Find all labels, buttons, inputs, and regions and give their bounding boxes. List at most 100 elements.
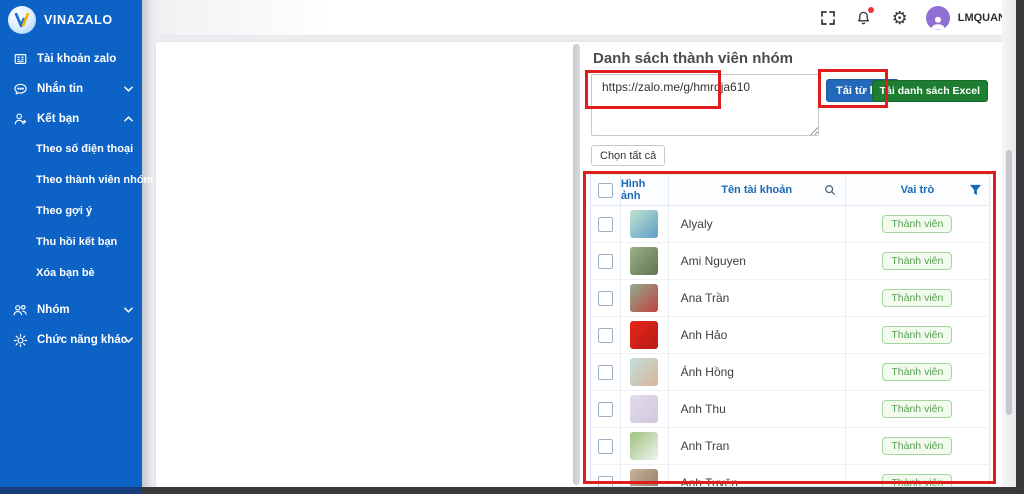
row-checkbox[interactable] (598, 254, 613, 269)
row-role-cell: Thành viên (846, 243, 989, 279)
role-badge: Thành viên (882, 437, 952, 455)
member-name: Anh Tran (681, 439, 730, 453)
row-select-cell (591, 428, 621, 464)
page-scrollbar-track[interactable] (1002, 0, 1016, 487)
row-image-cell (621, 391, 669, 427)
sidebar: VINAZALO Tài khoản zalo Nhắn tin Kết bạn Th… (0, 0, 142, 487)
row-checkbox[interactable] (598, 402, 613, 417)
row-name-cell: Ánh Hồng (669, 354, 846, 390)
row-name-cell: Anh Tran (669, 428, 846, 464)
select-all-button[interactable]: Chọn tất cả (591, 145, 665, 166)
sidebar-subitem[interactable]: Thu hồi kết bạn (0, 227, 142, 258)
vinazalo-logo-icon (8, 6, 36, 34)
row-checkbox[interactable] (598, 291, 613, 306)
group-link-input[interactable]: https://zalo.me/g/hmrdja610 (591, 74, 819, 136)
group-icon (12, 302, 28, 318)
row-role-cell: Thành viên (846, 280, 989, 316)
member-avatar (630, 469, 658, 487)
member-name: Ánh Hồng (681, 365, 734, 379)
sidebar-item-chuc-nang-khac[interactable]: Chức năng khác (0, 325, 142, 355)
sidebar-nav: Tài khoản zalo Nhắn tin Kết bạn Theo số điệ… (0, 44, 142, 355)
row-image-cell (621, 428, 669, 464)
sidebar-subitem[interactable]: Theo số điện thoại (0, 134, 142, 165)
brand: VINAZALO (0, 0, 142, 40)
role-badge: Thành viên (882, 289, 952, 307)
header-image-cell: Hình ảnh (621, 175, 669, 205)
row-name-cell: Anh Hảo (669, 317, 846, 353)
role-badge: Thành viên (882, 326, 952, 344)
row-image-cell (621, 317, 669, 353)
user-avatar[interactable] (926, 6, 950, 30)
row-checkbox[interactable] (598, 328, 613, 343)
download-excel-button[interactable]: Tải danh sách Excel (872, 80, 988, 102)
id-card-icon (12, 51, 28, 67)
row-checkbox[interactable] (598, 439, 613, 454)
brand-name: VINAZALO (44, 13, 113, 27)
topbar-icon-cluster: ⚙ LMQUAN (818, 6, 1016, 30)
table-row: Ana Trần Thành viên (591, 280, 989, 317)
search-icon[interactable] (824, 184, 836, 196)
settings-gear-icon[interactable]: ⚙ (890, 8, 910, 28)
row-name-cell: Ana Trần (669, 280, 846, 316)
sidebar-item-label: Nhóm (37, 304, 70, 316)
header-role-cell[interactable]: Vai trò (846, 175, 989, 205)
sidebar-subitem[interactable]: Theo gợi ý (0, 196, 142, 227)
sidebar-item-label: Nhắn tin (37, 83, 83, 95)
row-image-cell (621, 206, 669, 242)
notifications-bell-icon[interactable] (854, 8, 874, 28)
row-select-cell (591, 354, 621, 390)
row-role-cell: Thành viên (846, 354, 989, 390)
header-name-cell[interactable]: Tên tài khoản (669, 175, 846, 205)
table-row: Ánh Hồng Thành viên (591, 354, 989, 391)
role-badge: Thành viên (882, 363, 952, 381)
row-select-cell (591, 206, 621, 242)
row-role-cell: Thành viên (846, 317, 989, 353)
row-checkbox[interactable] (598, 217, 613, 232)
sidebar-item-label: Tài khoản zalo (37, 53, 116, 65)
sidebar-subitem[interactable]: Xóa bạn bè (0, 258, 142, 289)
page-scrollbar-thumb[interactable] (1006, 150, 1012, 415)
fullscreen-icon[interactable] (818, 8, 838, 28)
sidebar-item-nhan-tin[interactable]: Nhắn tin (0, 74, 142, 104)
member-avatar (630, 321, 658, 349)
row-select-cell (591, 280, 621, 316)
header-role-label: Vai trò (901, 184, 935, 196)
table-header-row: Hình ảnh Tên tài khoản Vai trò (591, 175, 989, 206)
chevron-down-icon (124, 337, 133, 343)
member-name: Anh Tuyên (681, 476, 738, 487)
member-avatar (630, 395, 658, 423)
filter-funnel-icon[interactable] (969, 184, 982, 196)
member-name: Ana Trần (681, 291, 730, 305)
page-title: Danh sách thành viên nhóm (593, 50, 793, 67)
sidebar-item-label: Kết bạn (37, 113, 79, 125)
role-badge: Thành viên (882, 474, 952, 487)
member-avatar (630, 432, 658, 460)
sidebar-shadow (142, 0, 157, 487)
sidebar-item-label: Chức năng khác (37, 334, 127, 346)
notification-dot (868, 7, 874, 13)
row-image-cell (621, 280, 669, 316)
row-select-cell (591, 391, 621, 427)
sidebar-item-tai-khoan-zalo[interactable]: Tài khoản zalo (0, 44, 142, 74)
row-role-cell: Thành viên (846, 428, 989, 464)
row-select-cell (591, 243, 621, 279)
panel-scrollbar[interactable] (573, 44, 580, 485)
sidebar-item-ket-ban[interactable]: Kết bạn (0, 104, 142, 134)
chevron-down-icon (124, 86, 133, 92)
table-row: Anh Tran Thành viên (591, 428, 989, 465)
row-role-cell: Thành viên (846, 206, 989, 242)
window-edge-bottom-navy (0, 487, 142, 494)
topbar: ⚙ LMQUAN (142, 0, 1016, 36)
person-add-icon (12, 111, 28, 127)
sidebar-subitem[interactable]: Theo thành viên nhóm (0, 165, 142, 196)
textarea-resize-grip[interactable] (809, 126, 818, 135)
table-row: Anh ThuThành viên (591, 391, 989, 428)
row-checkbox[interactable] (598, 365, 613, 380)
select-all-checkbox[interactable] (598, 183, 613, 198)
row-name-cell: Ami Nguyen (669, 243, 846, 279)
sidebar-item-nhom[interactable]: Nhóm (0, 295, 142, 325)
table-row: Anh Hảo Thành viên (591, 317, 989, 354)
member-name: Alyaly (681, 217, 713, 231)
row-checkbox[interactable] (598, 476, 613, 488)
member-name: Anh Thu (681, 402, 726, 416)
